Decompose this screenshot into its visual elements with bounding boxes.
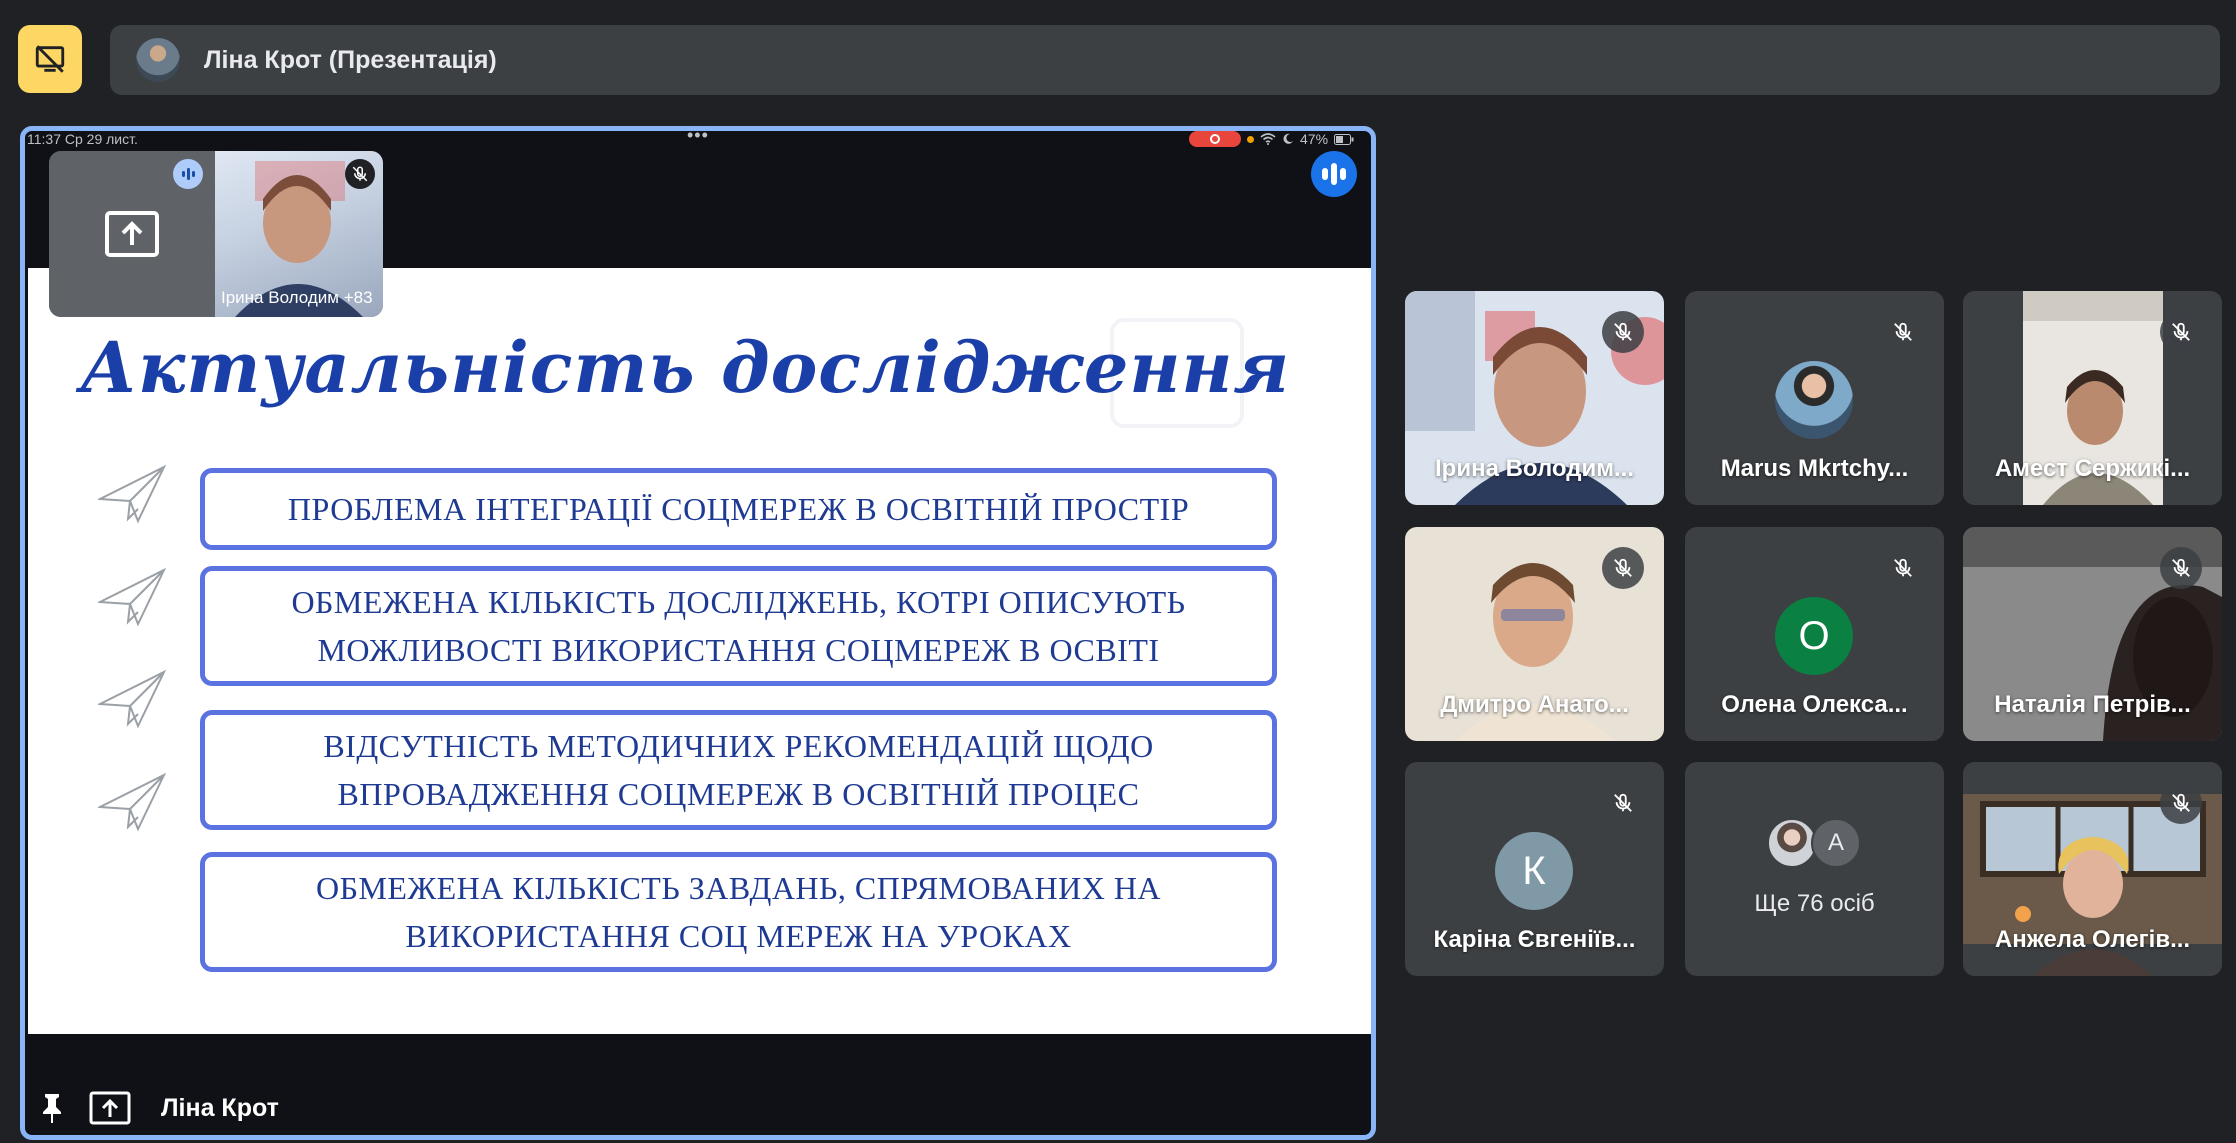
slide-item-1: ПРОБЛЕМА ІНТЕГРАЦІЇ СОЦМЕРЕЖ В ОСВІТНІЙ … (200, 468, 1277, 550)
paper-plane-icon (98, 669, 167, 729)
participant-tile[interactable]: Marus Mkrtchy... (1685, 291, 1944, 505)
mic-off-icon (1602, 782, 1644, 824)
pin-icon[interactable] (39, 1092, 65, 1124)
mic-off-icon (1882, 311, 1924, 353)
wifi-icon (1260, 133, 1276, 145)
participant-tile[interactable]: Ірина Володим... (1405, 291, 1664, 505)
paper-plane-icon (98, 567, 167, 627)
more-participants-label: Ще 76 осіб (1754, 890, 1875, 917)
paper-plane-icon (98, 772, 167, 832)
more-dots-icon: ••• (687, 126, 709, 145)
more-avatars: А (1767, 818, 1861, 868)
paper-plane-icon (98, 464, 167, 524)
participant-tile[interactable]: Амест Сержикі... (1963, 291, 2222, 505)
participant-name: Анжела Олегів... (1994, 926, 2191, 953)
participant-tile[interactable]: Анжела Олегів... (1963, 762, 2222, 976)
mic-off-icon (345, 159, 375, 189)
recording-icon (1189, 131, 1241, 147)
page-title: Ліна Крот (Презентація) (204, 45, 497, 74)
stage-footer: Ліна Крот (39, 1091, 279, 1125)
speaking-indicator-icon (173, 159, 203, 189)
participant-tile[interactable]: О Олена Олекса... (1685, 527, 1944, 741)
speaking-indicator-icon (1311, 151, 1357, 197)
avatar-initial: О (1775, 597, 1853, 675)
moon-icon (1283, 133, 1293, 144)
mini-tile-label: Ірина Володим +83 (221, 288, 373, 307)
slide-title: Актуальність дослідження (80, 326, 1291, 409)
participant-name: Наталія Петрів... (1994, 691, 2191, 718)
status-time: 11:37 Ср 29 лист. (27, 131, 138, 147)
battery-icon (1334, 133, 1354, 145)
participant-tile[interactable]: Дмитро Анато... (1405, 527, 1664, 741)
presenter-name: Ліна Крот (161, 1093, 279, 1122)
tablet-status-bar: 11:37 Ср 29 лист. ••• 47% (25, 131, 1371, 149)
present-off-icon (35, 45, 65, 73)
presentation-off-button[interactable] (18, 25, 82, 93)
avatar (136, 38, 180, 82)
mic-off-icon (2160, 547, 2202, 589)
participant-tile[interactable]: К Каріна Євгеніїв... (1405, 762, 1664, 976)
status-right: 47% (1189, 131, 1354, 147)
participant-name: Амест Сержикі... (1994, 455, 2191, 482)
slide-item-4: ОБМЕЖЕНА КІЛЬКІСТЬ ЗАВДАНЬ, СПРЯМОВАНИХ … (200, 852, 1277, 972)
mic-off-icon (2160, 311, 2202, 353)
slide-item-2: ОБМЕЖЕНА КІЛЬКІСТЬ ДОСЛІДЖЕНЬ, КОТРІ ОПИ… (200, 566, 1277, 686)
participant-name: Каріна Євгеніїв... (1433, 926, 1636, 953)
presenter-bar[interactable]: Ліна Крот (Презентація) (110, 25, 2220, 95)
mic-indicator-icon (1247, 135, 1254, 143)
participant-name: Олена Олекса... (1721, 691, 1908, 718)
avatar (1775, 361, 1853, 439)
presentation-stage[interactable]: 11:37 Ср 29 лист. ••• 47% Актуальність д… (20, 126, 1376, 1140)
mini-participant-tile[interactable]: Ірина Володим +83 (49, 151, 383, 317)
slide-item-3: ВІДСУТНІСТЬ МЕТОДИЧНИХ РЕКОМЕНДАЦІЙ ЩОДО… (200, 710, 1277, 830)
avatar-initial: А (1811, 818, 1861, 868)
participant-name: Marus Mkrtchy... (1720, 455, 1909, 482)
battery-level: 47% (1300, 131, 1329, 147)
avatar-initial: К (1495, 832, 1573, 910)
mic-off-icon (1602, 311, 1644, 353)
participant-tile[interactable]: Наталія Петрів... (1963, 527, 2222, 741)
presentation-slide: Актуальність дослідження ПРОБЛЕМА ІНТЕГР… (28, 268, 1371, 1034)
mic-off-icon (1882, 547, 1924, 589)
mic-off-icon (1602, 547, 1644, 589)
avatar (1767, 818, 1817, 868)
participant-name: Дмитро Анато... (1440, 691, 1629, 718)
present-screen-icon (105, 211, 159, 257)
more-participants-tile[interactable]: А Ще 76 осіб (1685, 762, 1944, 976)
mic-off-icon (2160, 782, 2202, 824)
participant-name: Ірина Володим... (1434, 455, 1634, 482)
present-screen-icon (89, 1091, 131, 1125)
